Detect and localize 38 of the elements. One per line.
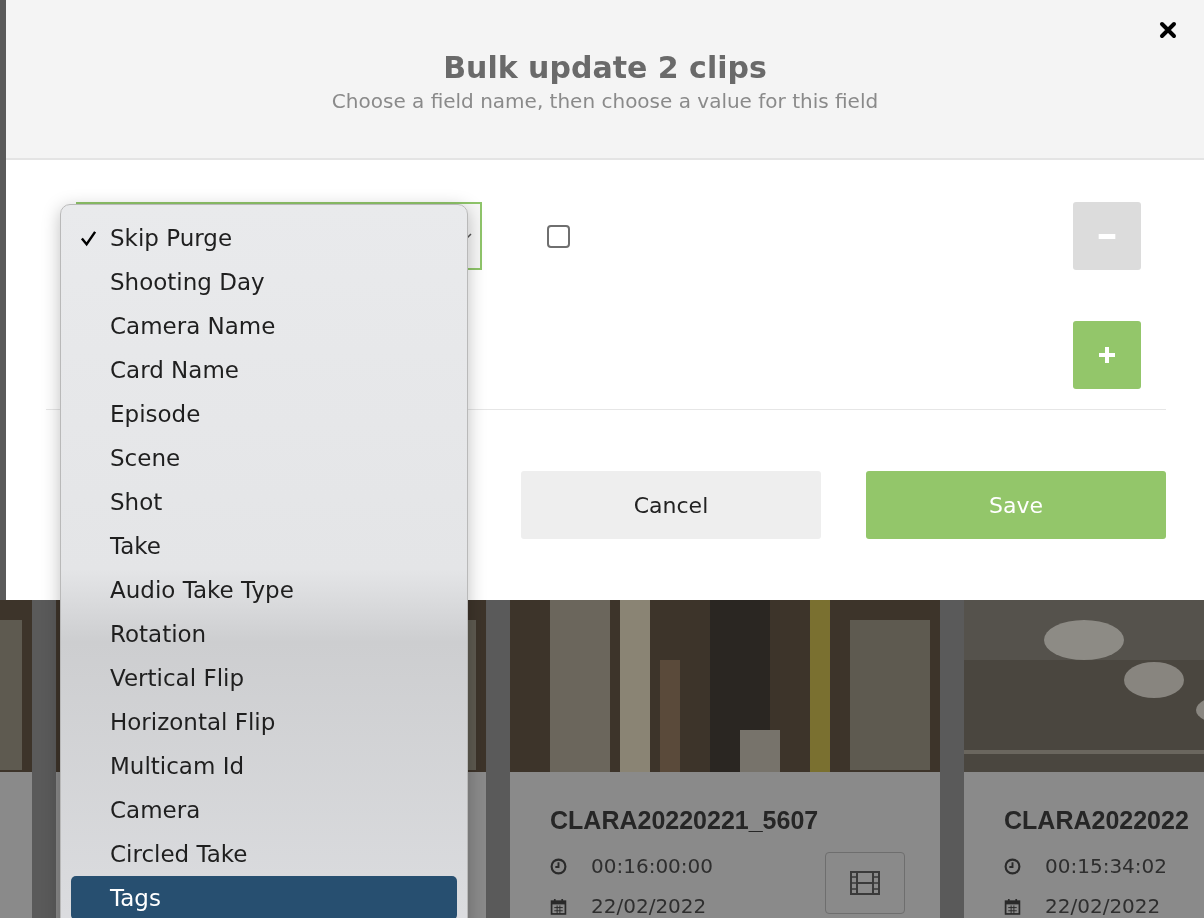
menu-item[interactable]: Multicam Id [71,744,457,788]
clip-title: CLARA20220221_5607 [550,806,819,836]
menu-item[interactable]: Camera Name [71,304,457,348]
menu-item[interactable]: Rotation [71,612,457,656]
menu-item[interactable]: Card Name [71,348,457,392]
menu-item[interactable]: Circled Take [71,832,457,876]
clip-card[interactable]: CLARA20220221_5607 00:16:00:00 22/02/2022 [510,600,940,918]
menu-item[interactable]: Shooting Day [71,260,457,304]
menu-item[interactable]: Skip Purge [71,216,457,260]
plus-icon [1097,345,1117,365]
menu-item[interactable]: Tags [71,876,457,918]
menu-item[interactable]: Audio Take Type [71,568,457,612]
modal-subtitle: Choose a field name, then choose a value for this field [331,88,879,114]
close-icon[interactable] [1159,21,1177,39]
menu-item[interactable]: Shot [71,480,457,524]
menu-item[interactable]: Horizontal Flip [71,700,457,744]
clip-duration: 00:16:00:00 [591,854,713,878]
cancel-button[interactable]: Cancel [521,471,821,539]
clock-icon [550,857,567,875]
clip-card[interactable]: CLARA2022022 00:15:34:02 22/02/2022 [964,600,1204,918]
add-button[interactable] [1073,321,1141,389]
clip-duration: 00:15:34:02 [1045,854,1167,878]
clock-icon [1004,857,1021,875]
menu-item[interactable]: Episode [71,392,457,436]
menu-item[interactable]: Camera [71,788,457,832]
clip-date: 22/02/2022 [591,894,707,918]
film-button[interactable] [825,852,905,914]
menu-item[interactable]: Vertical Flip [71,656,457,700]
calendar-icon [550,897,567,915]
minus-icon [1097,233,1117,239]
menu-item[interactable]: Take [71,524,457,568]
calendar-icon [1004,897,1021,915]
checkbox[interactable] [547,224,570,248]
modal-title: Bulk update 2 clips [443,49,767,87]
clip-date: 22/02/2022 [1045,894,1161,918]
menu-item[interactable]: Scene [71,436,457,480]
film-icon [850,871,880,895]
clip-title: CLARA2022022 [1004,806,1189,836]
